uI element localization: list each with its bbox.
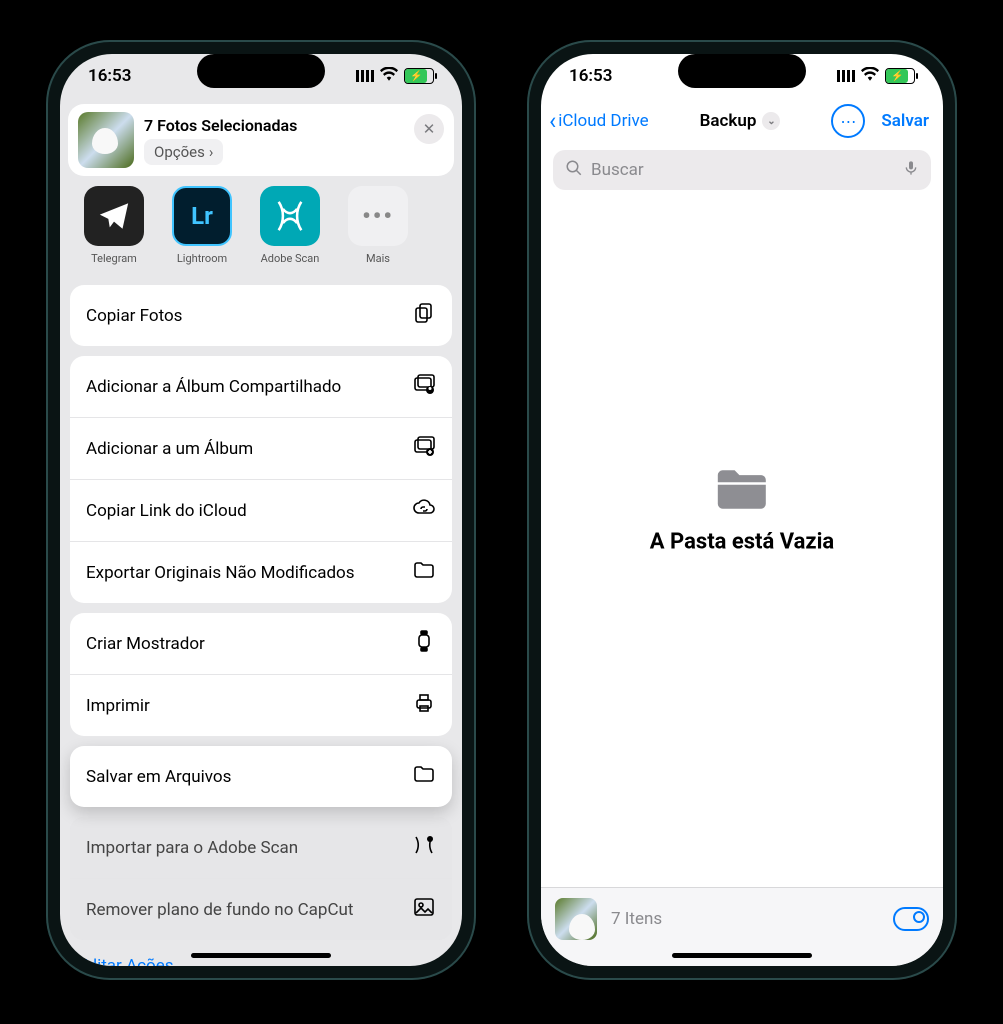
close-icon: ✕ xyxy=(423,120,436,138)
app-label: Telegram xyxy=(91,252,137,265)
action-group-highlighted: Salvar em Arquivos xyxy=(70,746,452,807)
adobe-scan-icon xyxy=(260,186,320,246)
wifi-icon xyxy=(861,66,879,86)
back-label: iCloud Drive xyxy=(558,111,648,131)
island-peek-text: pp xyxy=(776,54,792,70)
battery-icon: ⚡ xyxy=(404,68,434,84)
home-indicator[interactable] xyxy=(191,953,331,958)
empty-title: A Pasta está Vazia xyxy=(650,530,834,555)
action-add-album[interactable]: Adicionar a um Álbum xyxy=(70,418,452,480)
phone-files-picker: pp 16:53 ⚡ ‹ iCloud Drive Backup ⌄ xyxy=(527,40,957,980)
action-label: Imprimir xyxy=(86,696,150,716)
battery-icon: ⚡ xyxy=(885,68,915,84)
action-export-originals[interactable]: Exportar Originais Não Modificados xyxy=(70,542,452,603)
action-remove-bg-capcut[interactable]: Remover plano de fundo no CapCut xyxy=(70,879,452,940)
chevron-down-icon: ⌄ xyxy=(762,112,780,130)
share-app-more[interactable]: ••• Mais xyxy=(346,186,410,265)
more-menu-button[interactable]: ⋯ xyxy=(831,104,865,138)
dynamic-island xyxy=(197,54,325,88)
action-import-adobe-scan[interactable]: Importar para o Adobe Scan xyxy=(70,817,452,879)
phone-share-sheet: 16:53 ⚡ 7 Fotos Selecionadas Opções › xyxy=(46,40,476,980)
action-group: Criar Mostrador Imprimir xyxy=(70,613,452,736)
chevron-left-icon: ‹ xyxy=(549,107,556,135)
options-label: Opções xyxy=(154,143,205,161)
share-app-adobe-scan[interactable]: Adobe Scan xyxy=(258,186,322,265)
app-label: Adobe Scan xyxy=(261,252,320,265)
photo-thumbnail[interactable] xyxy=(78,112,134,168)
app-label: Lightroom xyxy=(177,252,227,265)
icloud-link-icon xyxy=(412,496,436,525)
folder-icon xyxy=(412,762,436,791)
action-label: Importar para o Adobe Scan xyxy=(86,838,298,858)
action-print[interactable]: Imprimir xyxy=(70,675,452,736)
lightroom-icon: Lr xyxy=(172,186,232,246)
status-time: 16:53 xyxy=(569,66,612,86)
share-sheet-title: 7 Fotos Selecionadas xyxy=(144,116,297,135)
action-save-to-files[interactable]: Salvar em Arquivos xyxy=(70,746,452,807)
more-icon: ••• xyxy=(348,186,408,246)
title-label: Backup xyxy=(700,111,757,131)
action-create-watchface[interactable]: Criar Mostrador xyxy=(70,613,452,675)
share-app-lightroom[interactable]: Lr Lightroom xyxy=(170,186,234,265)
search-input[interactable]: Buscar xyxy=(553,150,931,190)
options-button[interactable]: Opções › xyxy=(144,139,223,165)
share-sheet-header: 7 Fotos Selecionadas Opções › ✕ xyxy=(68,104,454,176)
preview-toggle[interactable] xyxy=(893,907,929,931)
empty-folder-state: A Pasta está Vazia xyxy=(650,466,834,555)
status-time: 16:53 xyxy=(88,66,131,86)
items-count: 7 Itens xyxy=(611,909,879,929)
wifi-icon xyxy=(380,66,398,86)
add-album-icon xyxy=(412,434,436,463)
action-label: Salvar em Arquivos xyxy=(86,767,231,787)
action-group: Adicionar a Álbum Compartilhado Adiciona… xyxy=(70,356,452,603)
search-icon xyxy=(565,159,583,182)
close-button[interactable]: ✕ xyxy=(414,114,444,144)
action-group: Copiar Fotos xyxy=(70,285,452,346)
action-label: Copiar Fotos xyxy=(86,306,182,326)
files-nav-bar: ‹ iCloud Drive Backup ⌄ ⋯ Salvar xyxy=(541,96,943,144)
action-label: Exportar Originais Não Modificados xyxy=(86,563,355,583)
action-label: Remover plano de fundo no CapCut xyxy=(86,900,353,920)
adobe-import-icon xyxy=(412,833,436,862)
signal-icon xyxy=(837,70,855,82)
action-label: Adicionar a Álbum Compartilhado xyxy=(86,377,341,397)
item-thumbnail[interactable] xyxy=(555,898,597,940)
action-label: Adicionar a um Álbum xyxy=(86,439,253,459)
search-placeholder: Buscar xyxy=(591,160,895,180)
ellipsis-icon: ⋯ xyxy=(840,112,856,131)
mic-icon[interactable] xyxy=(903,158,919,183)
action-copy-photos[interactable]: Copiar Fotos xyxy=(70,285,452,346)
printer-icon xyxy=(412,691,436,720)
action-group: Importar para o Adobe Scan Remover plano… xyxy=(70,817,452,940)
signal-icon xyxy=(356,70,374,82)
share-apps-row: Telegram Lr Lightroom Adobe Scan ••• Mai… xyxy=(60,176,462,275)
telegram-icon xyxy=(84,186,144,246)
action-add-shared-album[interactable]: Adicionar a Álbum Compartilhado xyxy=(70,356,452,418)
back-button[interactable]: ‹ iCloud Drive xyxy=(549,107,649,135)
folder-icon xyxy=(710,466,774,514)
action-label: Criar Mostrador xyxy=(86,634,205,654)
image-icon xyxy=(412,895,436,924)
share-app-telegram[interactable]: Telegram xyxy=(82,186,146,265)
folder-icon xyxy=(412,558,436,587)
app-label: Mais xyxy=(366,252,390,265)
chevron-right-icon: › xyxy=(209,143,214,161)
copy-icon xyxy=(412,301,436,330)
shared-album-icon xyxy=(412,372,436,401)
action-label: Copiar Link do iCloud xyxy=(86,501,247,521)
save-button[interactable]: Salvar xyxy=(881,111,929,131)
watch-icon xyxy=(412,629,436,658)
action-copy-icloud-link[interactable]: Copiar Link do iCloud xyxy=(70,480,452,542)
folder-title[interactable]: Backup ⌄ xyxy=(700,111,781,131)
home-indicator[interactable] xyxy=(672,953,812,958)
